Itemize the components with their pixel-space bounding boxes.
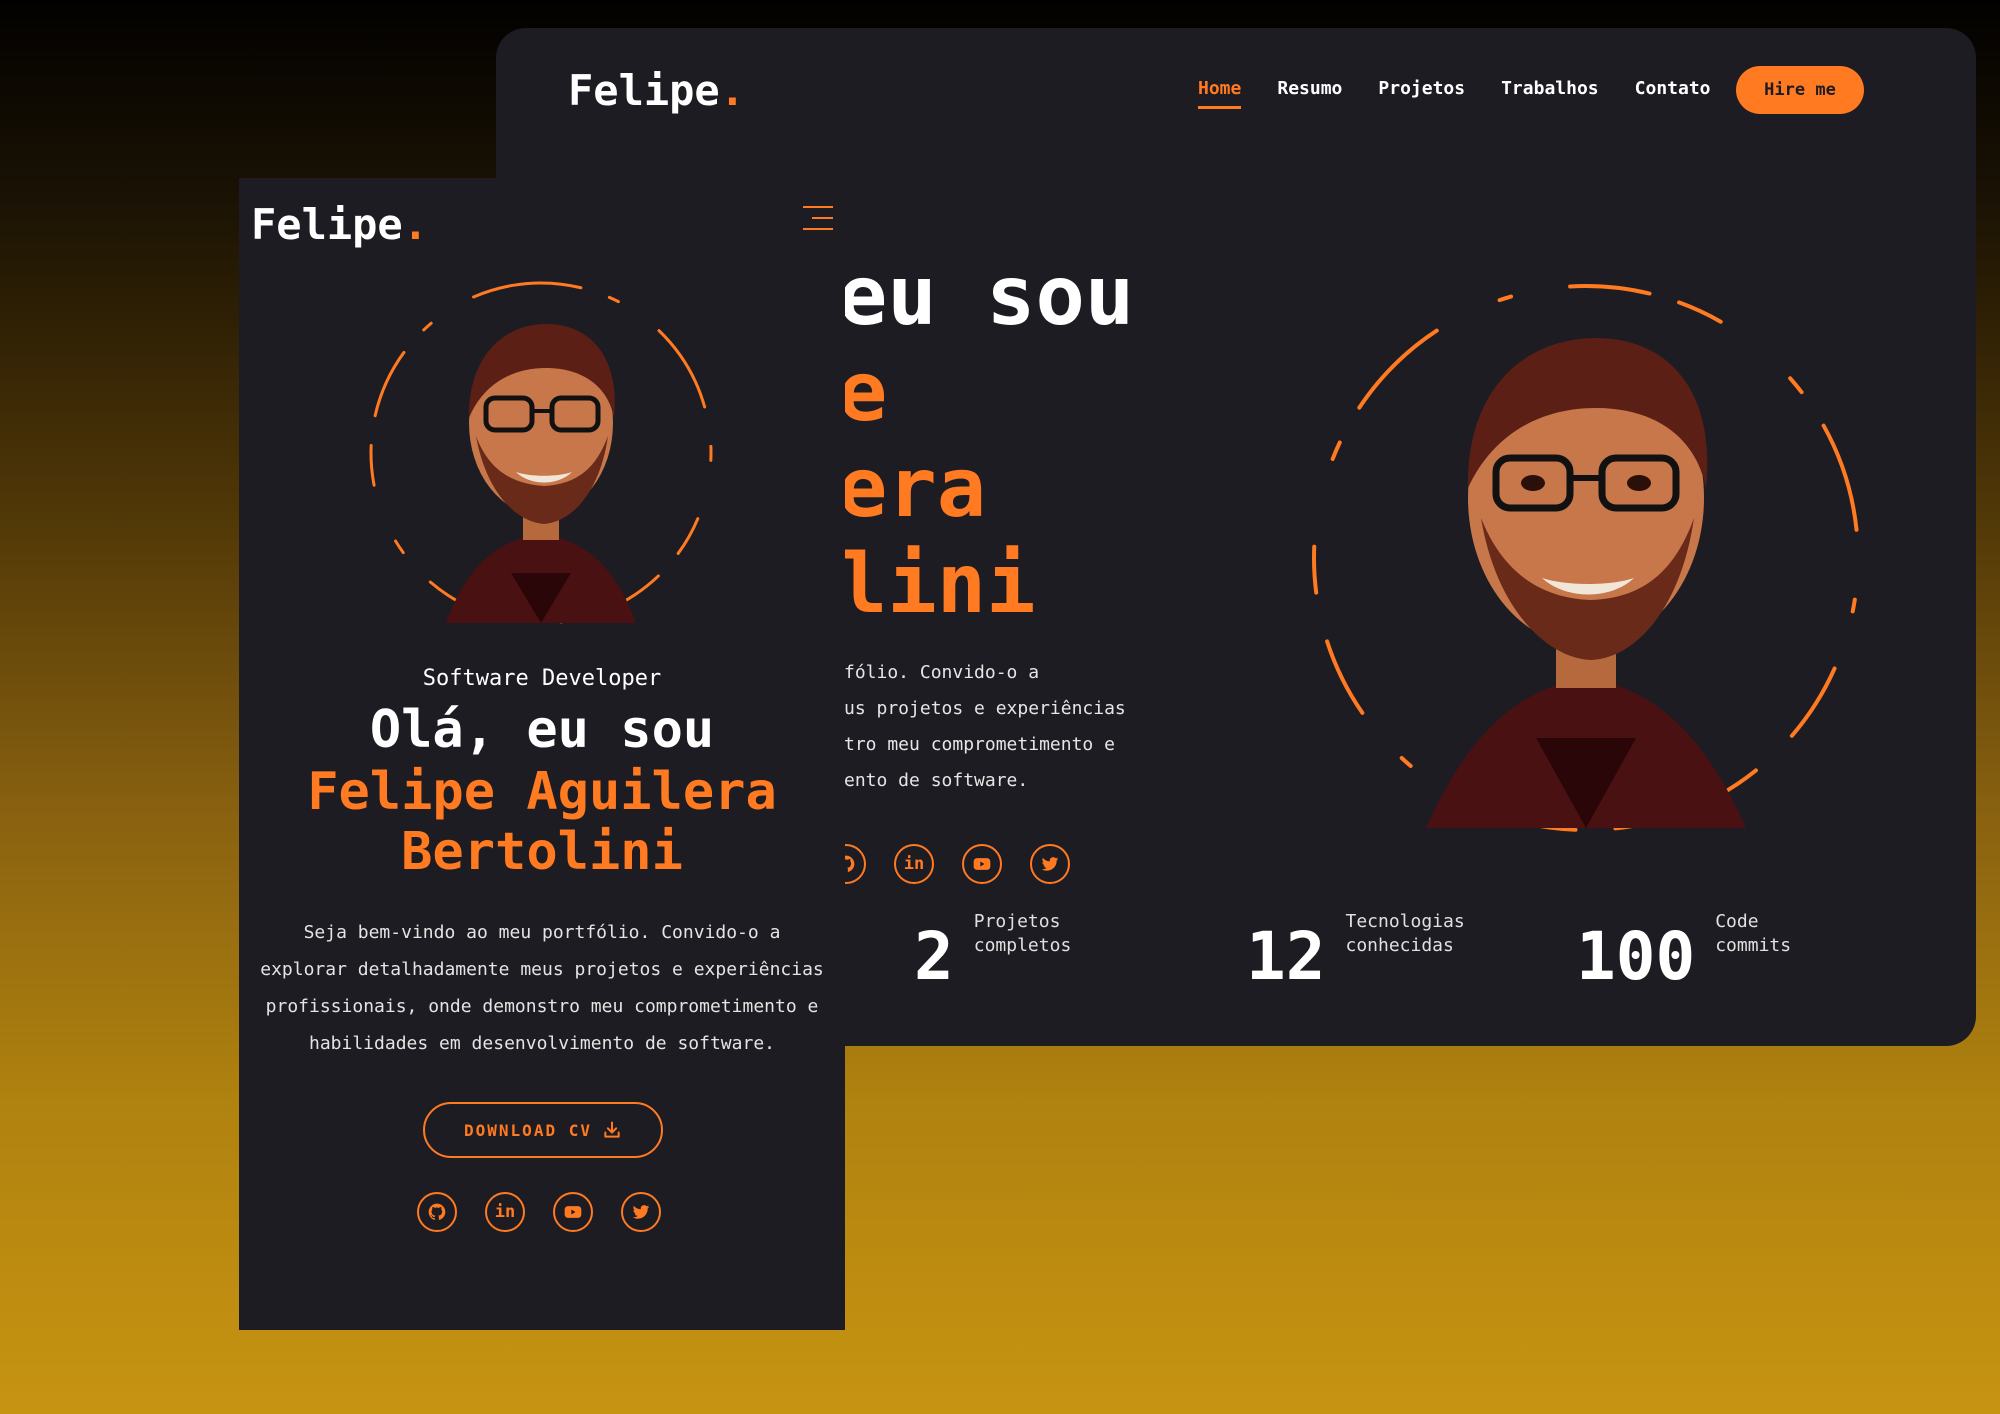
social-links: in	[417, 1192, 689, 1232]
download-cv-button[interactable]: DOWNLOAD CV	[423, 1102, 663, 1158]
github-icon[interactable]	[417, 1192, 457, 1232]
hero-name-line: era	[838, 441, 987, 536]
logo[interactable]: Felipe.	[251, 200, 428, 249]
stat-label: completos	[973, 935, 1072, 956]
nav-resumo[interactable]: Resumo	[1277, 78, 1342, 105]
hero-name-line: lini	[838, 537, 1036, 632]
stat-label: Tecnologias	[1345, 911, 1465, 932]
twitter-icon[interactable]	[1030, 844, 1070, 884]
hero-name-line: Felipe Aguilera	[307, 762, 777, 822]
main-nav: Home Resumo Projetos Trabalhos Contato	[1198, 78, 1747, 109]
stat-value: 2	[914, 918, 954, 995]
profile-photo	[1306, 268, 1866, 848]
stat-label: Projetos	[973, 911, 1061, 932]
logo[interactable]: Felipe.	[568, 66, 745, 115]
twitter-icon[interactable]	[621, 1192, 661, 1232]
person-portrait	[446, 324, 636, 623]
nav-contato[interactable]: Contato	[1635, 78, 1711, 105]
profile-photo	[366, 278, 716, 628]
stat-value: 100	[1576, 918, 1696, 995]
hero-description-line: us projetos e experiências	[844, 698, 1126, 719]
hero-name-line: Bertolini	[401, 822, 683, 882]
social-links: in	[826, 844, 1098, 884]
hero-description-line: Seja bem-vindo ao meu portfólio. Convido…	[303, 922, 781, 943]
hamburger-menu-icon[interactable]	[803, 206, 833, 236]
person-portrait	[1426, 338, 1746, 828]
hero-greeting: eu sou	[838, 249, 1135, 344]
youtube-icon[interactable]	[553, 1192, 593, 1232]
nav-trabalhos[interactable]: Trabalhos	[1501, 78, 1599, 105]
hero-description-line: habilidades em desenvolvimento de softwa…	[309, 1033, 775, 1054]
stat-label: conhecidas	[1345, 935, 1454, 956]
hero-greeting: Olá, eu sou	[369, 700, 715, 760]
linkedin-icon[interactable]: in	[894, 844, 934, 884]
linkedin-icon[interactable]: in	[485, 1192, 525, 1232]
hero-description-line: fólio. Convido-o a	[844, 662, 1040, 683]
stat-projects: 2 Projetos completos	[914, 910, 1071, 990]
hero-name: Felipe Aguilera Bertolini	[239, 762, 845, 882]
role-title: Software Developer	[422, 666, 662, 691]
stat-technologies: 12 Tecnologias conhecidas	[1246, 910, 1465, 990]
hire-me-button[interactable]: Hire me	[1736, 66, 1864, 114]
stat-commits: 100 Code commits	[1576, 910, 1791, 990]
mobile-preview: Felipe. Software Developer Olá, eu sou F…	[239, 178, 845, 1330]
youtube-icon[interactable]	[962, 844, 1002, 884]
hero-name-line: e	[838, 345, 888, 440]
hero-description-line: explorar detalhadamente meus projetos e …	[260, 959, 824, 980]
stat-value: 12	[1246, 918, 1326, 995]
hero-description-line: tro meu comprometimento e	[844, 734, 1115, 755]
stat-label: Code	[1715, 911, 1759, 932]
download-cv-label: DOWNLOAD CV	[464, 1120, 592, 1140]
hero-description: Seja bem-vindo ao meu portfólio. Convido…	[239, 914, 845, 1062]
nav-projetos[interactable]: Projetos	[1378, 78, 1465, 105]
hero-description-line: ento de software.	[844, 770, 1029, 791]
stat-label: commits	[1715, 935, 1792, 956]
hero-description-line: profissionais, onde demonstro meu compro…	[265, 996, 819, 1017]
nav-home[interactable]: Home	[1198, 78, 1242, 109]
download-icon	[604, 1121, 620, 1138]
